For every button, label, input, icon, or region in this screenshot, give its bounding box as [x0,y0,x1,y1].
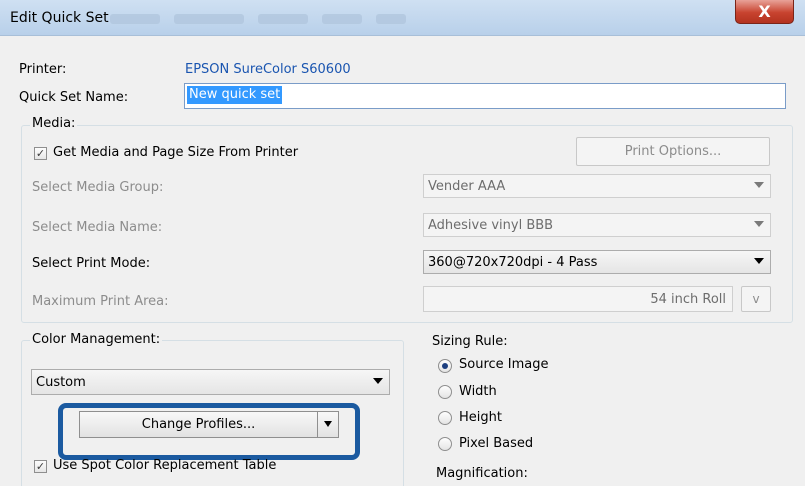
print-mode-select-label: Select Print Mode: [32,256,151,271]
magnification-label: Magnification: [436,466,528,481]
radio-width-label: Width [459,384,497,399]
max-print-area-label: Maximum Print Area: [32,294,169,309]
radio-width[interactable] [438,385,452,399]
chevron-down-icon [754,221,764,227]
media-name-value: Adhesive vinyl BBB [428,217,554,233]
close-button[interactable]: X [735,0,794,24]
radio-source-image-label: Source Image [459,357,549,372]
change-profiles-split-button[interactable]: Change Profiles... [79,411,339,438]
quickset-name-label: Quick Set Name: [19,90,129,105]
radio-pixel-based[interactable] [438,437,452,451]
max-print-area-value: 54 inch Roll [650,291,726,307]
chevron-down-icon [754,258,764,264]
printer-name: EPSON SureColor S60600 [185,62,351,77]
sizing-rule-title: Sizing Rule: [432,334,508,349]
print-mode-value: 360@720x720dpi - 4 Pass [428,254,598,270]
color-mode-value: Custom [36,374,86,390]
chevron-down-icon [754,182,764,188]
quickset-name-input[interactable]: New quick set [184,83,786,109]
color-mode-select[interactable]: Custom [31,369,390,395]
title-bar: Edit Quick Set X [0,0,805,36]
get-media-checkbox[interactable]: ✓ [34,147,47,160]
media-group-title: Media: [30,116,78,131]
background-tabs [110,12,500,26]
radio-pixel-based-label: Pixel Based [459,436,534,451]
media-name-select-label: Select Media Name: [32,220,163,235]
get-media-label: Get Media and Page Size From Printer [53,145,299,160]
print-mode-select[interactable]: 360@720x720dpi - 4 Pass [423,250,771,274]
radio-height[interactable] [438,411,452,425]
print-options-button[interactable]: Print Options... [576,137,770,166]
change-profiles-button[interactable]: Change Profiles... [80,412,318,437]
chevron-down-icon [373,378,383,384]
checkmark-icon: ✓ [35,147,46,160]
spot-color-checkbox[interactable]: ✓ [34,460,47,473]
max-print-area-button[interactable]: v [741,286,771,312]
media-name-select[interactable]: Adhesive vinyl BBB [423,213,771,237]
radio-height-label: Height [459,410,502,425]
color-management-title: Color Management: [30,332,163,347]
media-group-select[interactable]: Vender AAA [423,174,771,198]
quickset-name-value: New quick set [187,86,283,104]
spot-color-label: Use Spot Color Replacement Table [53,458,277,473]
window-title: Edit Quick Set [10,10,109,26]
printer-label: Printer: [19,62,67,77]
chevron-down-icon[interactable] [324,421,332,427]
radio-source-image[interactable] [438,359,452,373]
media-group-value: Vender AAA [428,178,506,194]
media-group-select-label: Select Media Group: [32,180,164,195]
checkmark-icon: ✓ [35,460,46,473]
max-print-area-field: 54 inch Roll [423,286,733,312]
